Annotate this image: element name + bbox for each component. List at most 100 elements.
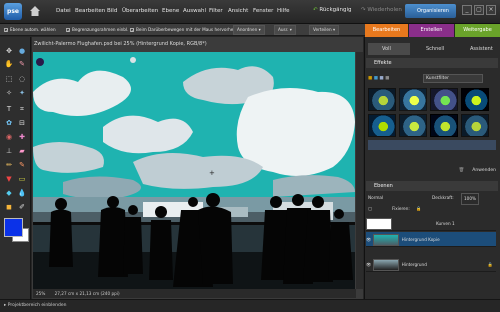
clone-stamp-tool-icon[interactable]: ⊥ (4, 146, 14, 156)
project-bin-toggle[interactable]: ▸ Projektbereich einblenden (0, 299, 500, 311)
posterized-airport-photo: + (33, 52, 355, 289)
organize-button[interactable]: Organisieren (405, 4, 456, 18)
move-tool-icon[interactable]: ✥ (4, 46, 14, 56)
straighten-tool-icon[interactable]: ⊟ (17, 118, 27, 128)
tab-erstellen[interactable]: Erstellen (409, 24, 454, 37)
filter-icon[interactable]: ■ (368, 76, 372, 81)
effects-panel-header[interactable]: Effekte (366, 58, 498, 68)
auto-select-option[interactable]: ✓ Ebene autom. wählen (4, 27, 56, 33)
effect-thumbnail[interactable] (461, 88, 489, 111)
subtab-voll[interactable]: Voll (368, 43, 410, 55)
subtab-schnell[interactable]: Schnell (412, 43, 454, 55)
home-icon[interactable] (29, 5, 41, 17)
eyedropper-tool-icon[interactable]: ✎ (17, 59, 27, 69)
menu-bearbeiten[interactable]: Bearbeiten (75, 8, 105, 14)
magic-wand-tool-icon[interactable]: ✧ (4, 88, 14, 98)
maximize-button[interactable]: ▢ (474, 5, 484, 15)
app-logo: pse (4, 3, 22, 20)
layer-name: Hintergrund Kopie (401, 237, 440, 242)
eye-icon[interactable]: 👁 (366, 262, 371, 267)
apply-button[interactable]: Anwenden (472, 168, 496, 173)
effect-thumbnail[interactable] (461, 114, 489, 137)
layers-title: Ebenen (374, 183, 393, 189)
menu-ebene[interactable]: Ebene (162, 8, 179, 14)
blend-mode-dropdown[interactable]: Normal (368, 195, 383, 200)
menu-datei[interactable]: Datei (56, 8, 71, 14)
layer-row[interactable]: Kurven 1 (366, 216, 496, 231)
pencil-tool-icon[interactable]: ✐ (17, 202, 27, 212)
eraser-tool-icon[interactable]: ▰ (17, 146, 27, 156)
layer-row-selected[interactable]: 👁 Hintergrund Kopie (366, 232, 496, 247)
undo-button[interactable]: ↶ Rückgängig (313, 7, 352, 13)
arrange-dropdown[interactable]: Anordnen ▾ (233, 25, 265, 35)
lock-icon[interactable]: 🔒 (416, 204, 421, 214)
project-bin-label: Projektbereich einblenden (7, 303, 67, 308)
lock-label: Fixieren: (392, 206, 410, 211)
lasso-tool-icon[interactable]: ◌ (17, 74, 27, 84)
quick-selection-tool-icon[interactable]: ✦ (17, 88, 27, 98)
smart-brush-tool-icon[interactable]: ✎ (17, 160, 27, 170)
hover-highlight-option[interactable]: ✓ Beim Darüberbewegen mit der Maus hervor… (130, 27, 242, 33)
minimize-button[interactable]: _ (462, 5, 472, 15)
vertical-scrollbar[interactable] (356, 52, 363, 289)
menu-ueberarbeiten[interactable]: Überarbeiten (122, 8, 158, 14)
all-effects-icon[interactable]: ■ (385, 76, 389, 81)
zoom-tool-icon[interactable]: ● (17, 46, 27, 56)
close-button[interactable]: × (486, 5, 496, 15)
brush-tool-icon[interactable]: ✏ (4, 160, 14, 170)
redo-button[interactable]: ↷ Wiederholen (361, 7, 402, 13)
align-label: Ausr. (278, 27, 289, 32)
effect-thumbnail-row-partial[interactable] (368, 140, 496, 150)
eye-icon[interactable]: 👁 (366, 237, 371, 242)
layer-thumbnail (372, 234, 399, 246)
menu-bild[interactable]: Bild (107, 8, 117, 14)
layer-row[interactable]: 👁 Hintergrund 🔒 (366, 257, 496, 272)
foreground-color-swatch[interactable] (4, 218, 23, 237)
healing-brush-tool-icon[interactable]: ✚ (17, 132, 27, 142)
gradient-tool-icon[interactable]: ▭ (17, 174, 27, 184)
hover-highlight-label: Beim Darüberbewegen mit der Maus hervorh… (136, 27, 242, 32)
align-dropdown[interactable]: Ausr. ▾ (274, 25, 296, 35)
menu-filter[interactable]: Filter (209, 8, 223, 14)
effects-category-dropdown[interactable]: Kunstfilter (423, 74, 483, 83)
blur-tool-icon[interactable]: 💧 (17, 188, 27, 198)
red-eye-tool-icon[interactable]: ◉ (4, 132, 14, 142)
menu-fenster[interactable]: Fenster (253, 8, 273, 14)
tab-weitergabe[interactable]: Weitergabe (455, 24, 500, 37)
hand-tool-icon[interactable]: ✋ (4, 59, 14, 69)
bounding-box-option[interactable]: ✓ Begrenzungsrahmen einbl. (66, 27, 128, 33)
cookie-cutter-tool-icon[interactable]: ✿ (4, 118, 14, 128)
paint-bucket-tool-icon[interactable]: ▼ (4, 174, 14, 184)
type-tool-icon[interactable]: T (4, 104, 14, 114)
layer-style-icon[interactable]: ■ (374, 76, 378, 81)
menu-hilfe[interactable]: Hilfe (277, 8, 290, 14)
subtab-assistent[interactable]: Assistent (456, 43, 498, 55)
layers-panel-header[interactable]: Ebenen (366, 181, 498, 191)
new-layer-icon[interactable]: ▢ (368, 206, 372, 211)
subtab-assistent-label: Assistent (470, 46, 493, 52)
marquee-tool-icon[interactable]: ⬚ (4, 74, 14, 84)
effect-thumbnail[interactable] (430, 88, 458, 111)
layer-name: Kurven 1 (436, 221, 455, 226)
shape-tool-icon[interactable]: ◆ (4, 188, 14, 198)
checkbox-checked-icon: ✓ (130, 28, 135, 33)
effect-thumbnail[interactable] (399, 88, 427, 111)
redo-label: Wiederholen (367, 7, 402, 13)
undo-label: Rückgängig (319, 7, 352, 13)
crop-tool-icon[interactable]: ⌗ (17, 104, 27, 114)
effect-thumbnail[interactable] (430, 114, 458, 137)
menu-auswahl[interactable]: Auswahl (183, 8, 206, 14)
sponge-tool-icon[interactable]: ◼ (4, 202, 14, 212)
menu-ansicht[interactable]: Ansicht (228, 8, 248, 14)
arrange-label: Anordnen (237, 27, 258, 32)
trash-icon[interactable]: 🗑 (459, 168, 465, 173)
zoom-level[interactable]: 25% (36, 291, 45, 296)
image-canvas[interactable]: + (33, 52, 355, 289)
effect-thumbnail[interactable] (368, 88, 396, 111)
effect-thumbnail[interactable] (368, 114, 396, 137)
opacity-label: Deckkraft: (432, 195, 454, 200)
effect-thumbnail[interactable] (399, 114, 427, 137)
photo-effect-icon[interactable]: ■ (379, 76, 383, 81)
tab-bearbeiten[interactable]: Bearbeiten (365, 24, 408, 37)
distribute-dropdown[interactable]: Verteilen ▾ (309, 25, 340, 35)
